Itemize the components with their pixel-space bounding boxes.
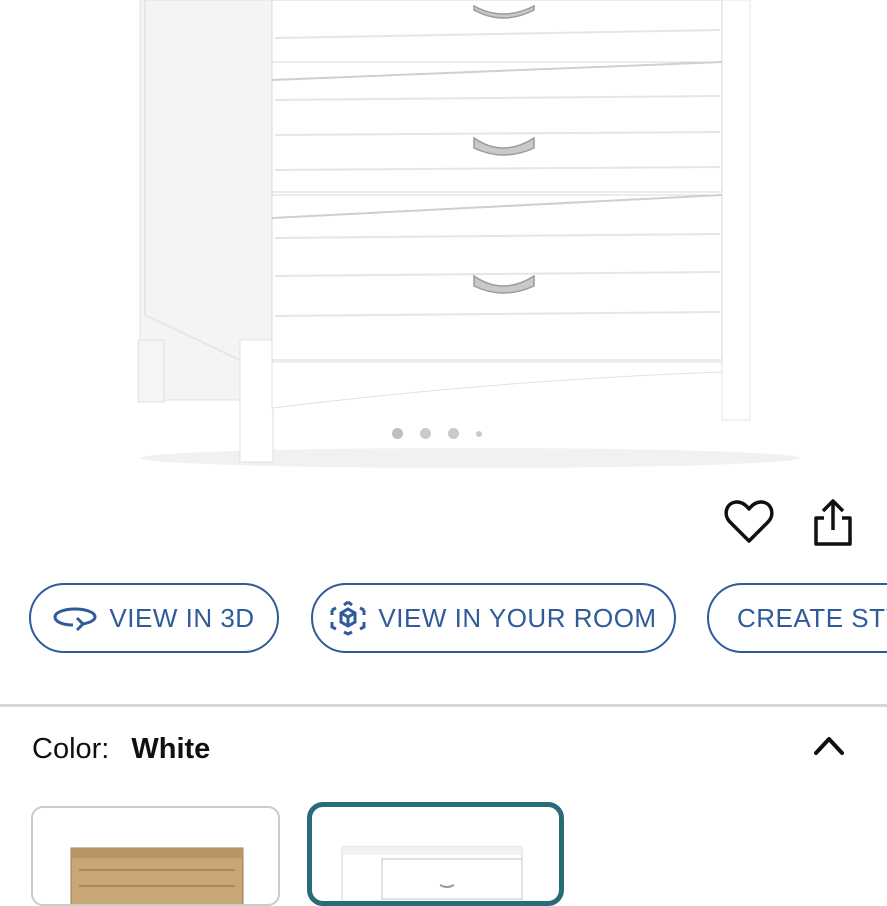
carousel-dot[interactable]	[420, 428, 431, 439]
swatch-natural-thumbnail	[70, 847, 244, 904]
create-style-button[interactable]: CREATE STY	[707, 583, 887, 653]
color-swatch-natural[interactable]	[31, 806, 280, 906]
view-in-3d-button[interactable]: VIEW IN 3D	[29, 583, 279, 653]
carousel-dot[interactable]	[392, 428, 403, 439]
create-style-label: CREATE STY	[737, 602, 887, 633]
ar-cube-icon	[330, 600, 366, 636]
carousel-dot[interactable]	[476, 430, 482, 437]
dresser-illustration	[137, 0, 800, 468]
section-divider	[0, 704, 887, 707]
view-in-your-room-label: VIEW IN YOUR ROOM	[378, 602, 657, 633]
product-image[interactable]	[0, 0, 887, 470]
carousel-dots[interactable]	[392, 428, 482, 439]
color-value: White	[131, 733, 211, 765]
rotate-3d-icon	[53, 607, 97, 632]
chevron-up-icon[interactable]	[812, 733, 846, 757]
share-icon[interactable]	[810, 498, 856, 548]
color-swatch-white[interactable]	[307, 802, 564, 906]
heart-icon[interactable]	[724, 498, 774, 544]
view-in-3d-label: VIEW IN 3D	[109, 602, 255, 633]
carousel-dot[interactable]	[448, 428, 459, 439]
color-label: Color:	[32, 733, 110, 765]
view-in-your-room-button[interactable]: VIEW IN YOUR ROOM	[311, 583, 676, 653]
color-selector-header: Color: White	[32, 733, 210, 766]
